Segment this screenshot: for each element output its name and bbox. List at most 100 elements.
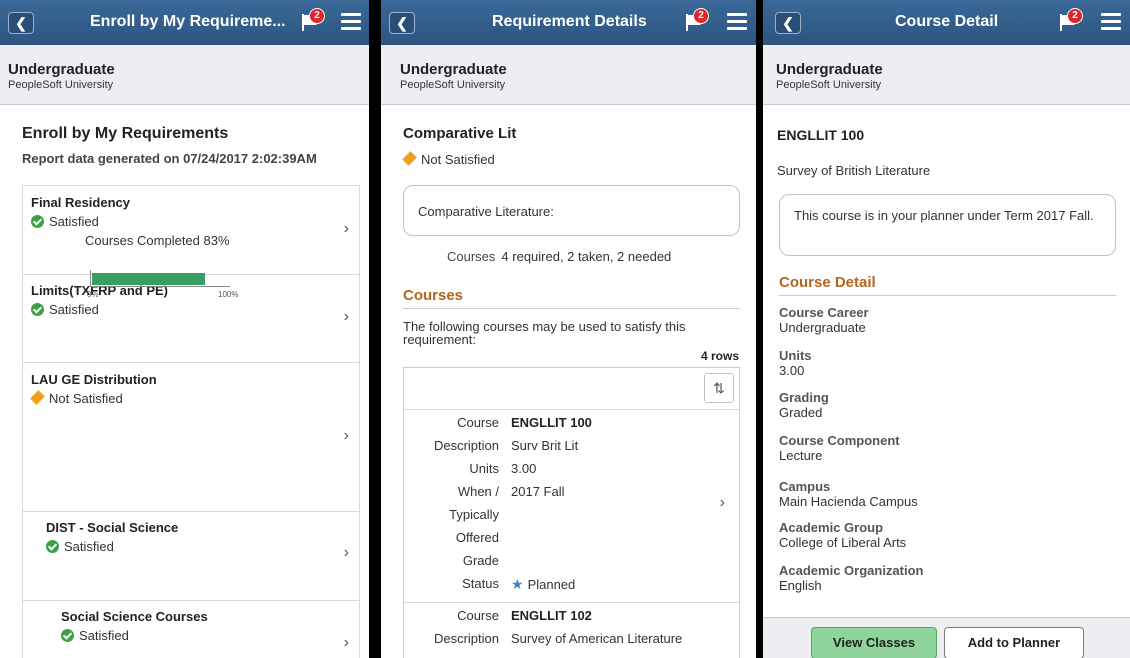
page-title: Enroll by My Requireme... xyxy=(90,13,286,30)
back-button[interactable]: ❮ xyxy=(8,12,34,34)
top-banner: ❮ Enroll by My Requireme... 2 xyxy=(0,0,369,45)
back-button[interactable]: ❮ xyxy=(775,12,801,34)
course-detail-panel: ❮ Course Detail 2 Undergraduate PeopleSo… xyxy=(763,0,1130,658)
field-label: Typically xyxy=(449,507,499,522)
action-footer: View Classes Add to Planner xyxy=(763,617,1130,658)
requirement-heading: Comparative Lit xyxy=(403,125,517,142)
notifications-button[interactable]: 2 xyxy=(1059,8,1085,34)
table-row[interactable]: Course ENGLLIT 102 Description Survey of A… xyxy=(404,603,739,658)
planner-notice: This course is in your planner under Ter… xyxy=(779,194,1116,256)
requirement-name: DIST - Social Science xyxy=(46,520,179,535)
table-row[interactable]: Course ENGLLIT 100 Description Surv Brit L… xyxy=(404,410,739,603)
progress-bar: 0% 100% xyxy=(87,270,238,299)
chevron-left-icon: ❮ xyxy=(396,15,408,31)
chevron-right-icon: › xyxy=(343,544,349,561)
progress-label: Courses Completed 83% xyxy=(85,233,230,248)
divider xyxy=(403,308,740,309)
courses-grid: ⇅ Course ENGLLIT 100 Description Surv Brit… xyxy=(403,367,740,658)
hamburger-menu-icon[interactable] xyxy=(1101,13,1121,31)
top-banner: ❮ Course Detail 2 xyxy=(763,0,1130,45)
detail-value: Graded xyxy=(779,405,823,420)
career-title: Undergraduate xyxy=(8,61,115,78)
career-title: Undergraduate xyxy=(776,61,883,78)
enroll-requirements-panel: ❮ Enroll by My Requireme... 2 Undergradu… xyxy=(0,0,369,658)
courses-section-header: Courses xyxy=(403,287,740,309)
course-description: Survey of American Literature xyxy=(511,631,683,646)
course-title: Survey of British Literature xyxy=(777,163,931,178)
list-item-dist-social-science[interactable]: DIST - Social Science Satisfied › xyxy=(23,512,359,601)
hamburger-menu-icon[interactable] xyxy=(727,13,747,31)
institution-name: PeopleSoft University xyxy=(400,79,506,91)
page-heading: Enroll by My Requirements xyxy=(22,125,229,142)
field-label: Grade xyxy=(462,553,499,568)
detail-value: 3.00 xyxy=(779,363,805,378)
notification-count-badge: 2 xyxy=(693,8,709,24)
detail-label: Campus xyxy=(779,479,831,494)
list-item-social-science-courses[interactable]: Social Science Courses Satisfied › xyxy=(23,601,359,658)
detail-label: Academic Group xyxy=(779,520,884,535)
field-label: Status xyxy=(462,576,499,591)
progress-track xyxy=(90,270,230,287)
notification-count-badge: 2 xyxy=(1067,8,1083,24)
detail-value: English xyxy=(779,578,822,593)
field-label: Course xyxy=(457,415,499,430)
detail-value: College of Liberal Arts xyxy=(779,535,907,550)
grid-toolbar: ⇅ xyxy=(404,368,739,410)
check-circle-icon xyxy=(61,629,74,642)
list-item-final-residency[interactable]: Final Residency Satisfied › xyxy=(23,186,359,275)
courses-summary-label: Courses xyxy=(447,249,496,264)
sort-icon: ⇅ xyxy=(713,380,725,396)
requirement-name: LAU GE Distribution xyxy=(31,372,157,387)
progress-fill xyxy=(92,273,205,285)
course-term: 2017 Fall xyxy=(511,484,565,499)
detail-label: Units xyxy=(779,348,812,363)
add-to-planner-button[interactable]: Add to Planner xyxy=(944,627,1084,658)
list-item-lau-ge-distribution[interactable]: LAU GE Distribution Not Satisfied › xyxy=(23,363,359,512)
notifications-button[interactable]: 2 xyxy=(685,8,711,34)
detail-field: Campus Main Hacienda Campus xyxy=(779,479,1116,520)
course-code: ENGLLIT 102 xyxy=(511,608,592,623)
sort-button[interactable]: ⇅ xyxy=(704,373,734,403)
notification-count-badge: 2 xyxy=(309,8,325,24)
requirement-details-panel: ❮ Requirement Details 2 Undergraduate Pe… xyxy=(381,0,756,658)
detail-label: Academic Organization xyxy=(779,563,924,578)
status-label: Satisfied xyxy=(31,302,351,317)
courses-summary-value: 4 required, 2 taken, 2 needed xyxy=(501,249,672,264)
courses-summary: Courses 4 required, 2 taken, 2 needed xyxy=(447,249,671,264)
course-units: 3.00 xyxy=(511,461,537,476)
instruction-text: The following courses may be used to sat… xyxy=(403,319,686,347)
star-icon: ★ xyxy=(511,576,524,592)
requirements-list: Final Residency Satisfied › Limits(TXFRP… xyxy=(22,185,360,658)
course-status: ★ Planned xyxy=(511,576,576,592)
detail-field: Academic Organization English xyxy=(779,563,1116,603)
detail-field: Units 3.00 xyxy=(779,348,1116,390)
chevron-left-icon: ❮ xyxy=(782,15,794,31)
section-title: Courses xyxy=(403,287,464,304)
detail-field: Grading Graded xyxy=(779,390,1116,433)
chevron-right-icon: › xyxy=(343,427,349,444)
row-count: 4 rows xyxy=(700,349,739,363)
detail-value: Undergraduate xyxy=(779,320,866,335)
detail-label: Course Component xyxy=(779,433,900,448)
back-button[interactable]: ❮ xyxy=(389,12,415,34)
field-label: Course xyxy=(457,608,499,623)
requirement-name: Final Residency xyxy=(31,195,130,210)
detail-field: Course Component Lecture xyxy=(779,433,1116,479)
hamburger-menu-icon[interactable] xyxy=(341,13,361,31)
status-label: Satisfied xyxy=(31,214,351,229)
institution-name: PeopleSoft University xyxy=(8,79,114,91)
institution-name: PeopleSoft University xyxy=(776,79,882,91)
detail-field: Academic Group College of Liberal Arts xyxy=(779,520,1116,563)
detail-value: Main Hacienda Campus xyxy=(779,494,918,509)
status-label: Not Satisfied xyxy=(30,390,351,406)
diamond-icon xyxy=(402,151,417,166)
diamond-icon xyxy=(30,390,45,405)
course-detail-fields: Course Career Undergraduate Units 3.00 G… xyxy=(779,305,1116,603)
requirement-description: Comparative Literature: xyxy=(403,185,740,236)
view-classes-button[interactable]: View Classes xyxy=(811,627,937,658)
chevron-right-icon: › xyxy=(343,634,349,651)
field-label: Description xyxy=(433,631,499,646)
status-label: Not Satisfied xyxy=(402,151,734,167)
status-label: Satisfied xyxy=(61,628,351,643)
notifications-button[interactable]: 2 xyxy=(301,8,327,34)
